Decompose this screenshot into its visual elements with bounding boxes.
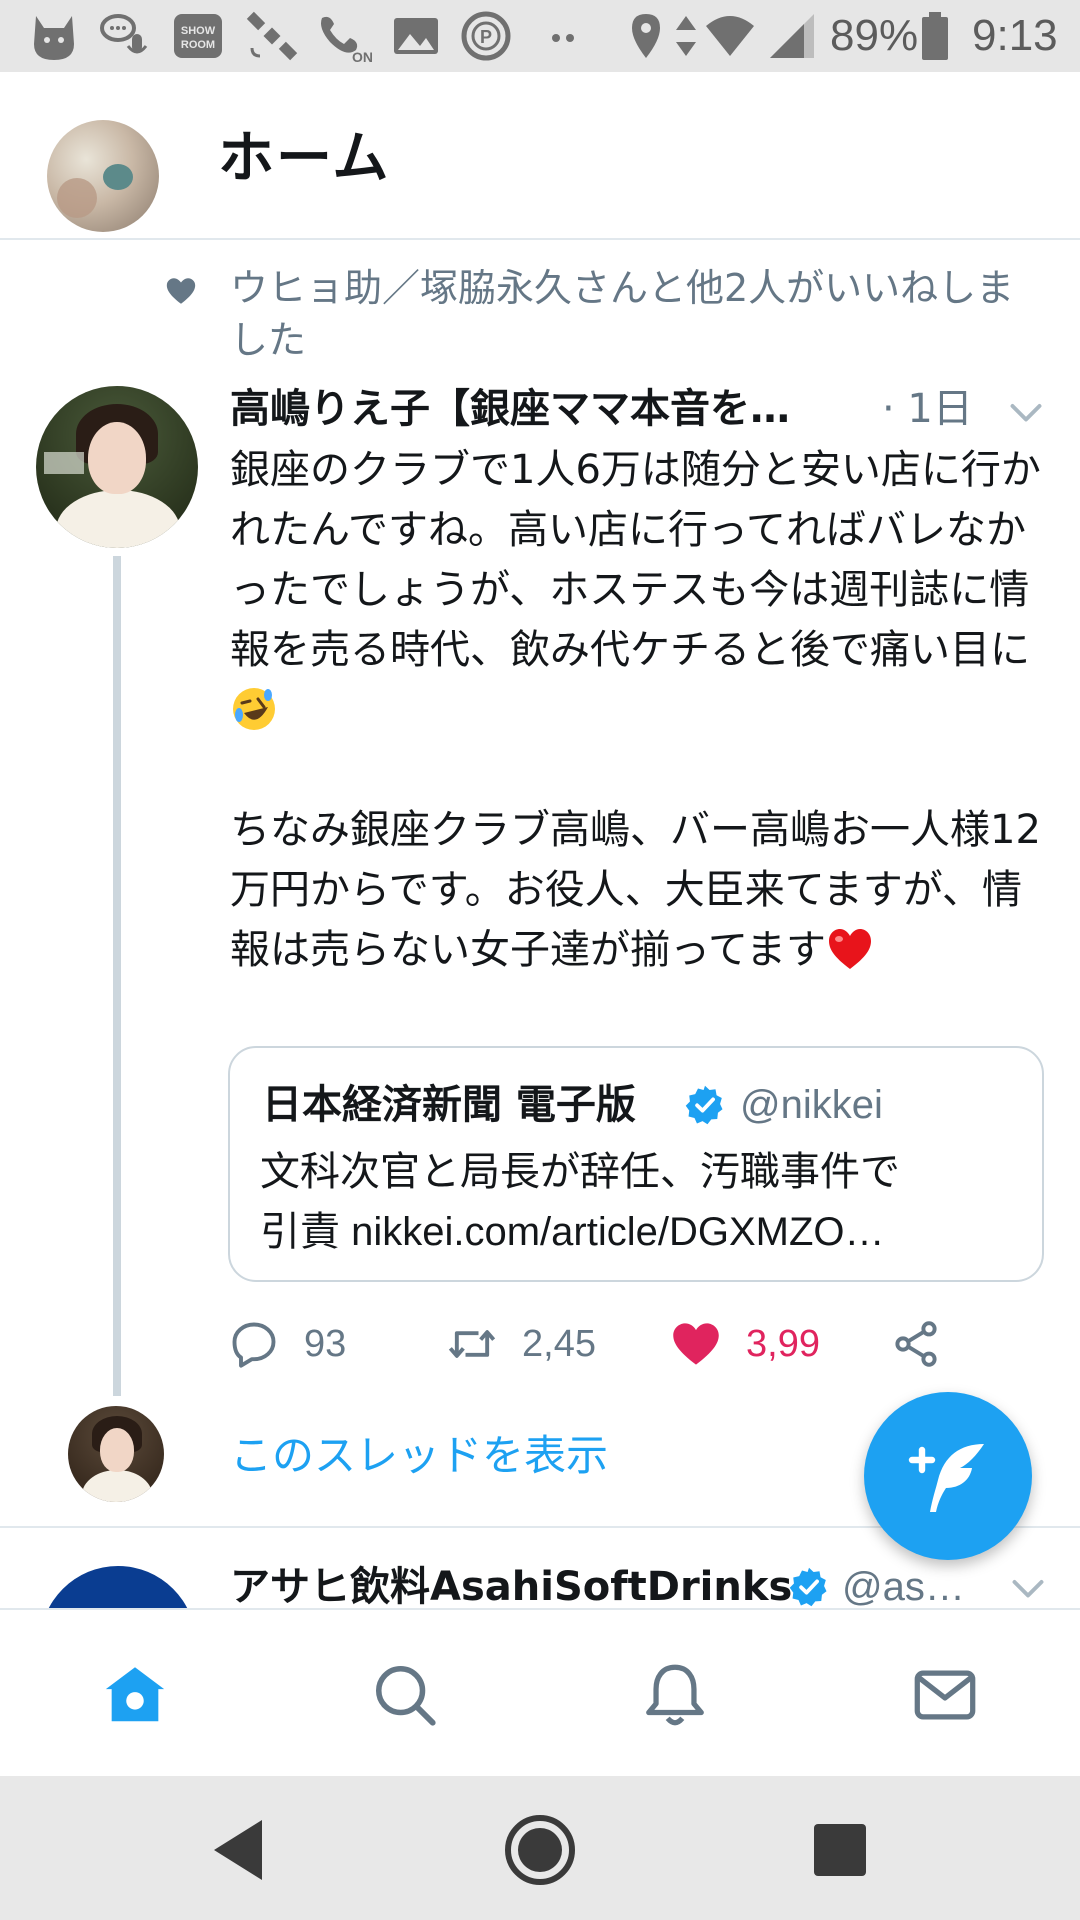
chevron-down-icon[interactable]	[1008, 394, 1044, 430]
signal-icon	[764, 8, 820, 64]
home-nav-button[interactable]	[502, 1812, 578, 1888]
tab-messages[interactable]	[910, 1660, 980, 1730]
share-icon	[895, 1321, 937, 1367]
quoted-author-name: 日本経済新聞 電子版	[262, 1082, 636, 1128]
parking-icon: P	[458, 8, 514, 64]
rolling-laughing-emoji-icon	[233, 688, 275, 730]
recents-button[interactable]	[802, 1812, 878, 1888]
retweet-count: 2,45	[522, 1323, 596, 1365]
status-bar: SHOW ROOM ON P 89% 9:13	[0, 0, 1080, 72]
tweet-actions: 93 2,45 3,99	[228, 1314, 1048, 1374]
cat-icon	[26, 8, 82, 64]
compose-tweet-button[interactable]	[864, 1392, 1032, 1560]
thread-author-avatar	[68, 1406, 164, 1502]
data-arrows-icon	[668, 8, 704, 64]
screen: SHOW ROOM ON P 89% 9:13 ホーム ウヒョ助／塚脇永久さんと…	[0, 0, 1080, 1920]
voice-message-icon	[98, 8, 154, 64]
svg-text:ROOM: ROOM	[181, 39, 215, 51]
wifi-calling-icon: ON	[316, 8, 373, 65]
notifications-icon	[646, 1664, 704, 1726]
home-circle-icon	[505, 1815, 575, 1885]
clock: 9:13	[972, 11, 1058, 60]
tweet-text-part1: 銀座のクラブで1人6万は随分と安い店に行かれたんですね。高い店に行ってればバレな…	[230, 447, 1041, 673]
tweet-author-name[interactable]: 高嶋りえ子【銀座ママ本音を…	[230, 380, 860, 438]
profile-avatar[interactable]	[47, 120, 159, 232]
app-header: ホーム	[0, 72, 1080, 240]
quoted-tweet-text: 文科次官と局長が辞任、汚職事件で 引責 nikkei.com/article/D…	[260, 1142, 1020, 1262]
more-dots-icon	[536, 8, 592, 64]
quoted-tweet-card[interactable]: 日本経済新聞 電子版 @nikkei 文科次官と局長が辞任、汚職事件で 引責 n…	[228, 1046, 1044, 1282]
verified-badge-icon	[789, 1567, 827, 1607]
svg-text:SHOW: SHOW	[181, 25, 216, 37]
tweet-author-avatar[interactable]	[36, 386, 198, 548]
reply-icon	[232, 1322, 276, 1368]
search-icon	[375, 1665, 436, 1726]
retweet-icon	[448, 1330, 496, 1358]
messages-icon	[914, 1670, 976, 1720]
social-context[interactable]: ウヒョ助／塚脇永久さんと他2人がいいねしました	[0, 262, 1080, 362]
tweet-text: 銀座のクラブで1人6万は随分と安い店に行かれたんですね。高い店に行ってればバレな…	[230, 440, 1050, 980]
svg-text:P: P	[480, 27, 492, 47]
show-thread-link[interactable]: このスレッドを表示	[230, 1428, 608, 1484]
reply-count: 93	[304, 1323, 347, 1365]
satellite-icon	[244, 8, 300, 64]
reply-button[interactable]: 93	[228, 1314, 388, 1374]
recents-square-icon	[814, 1824, 866, 1876]
quoted-text-line1: 文科次官と局長が辞任、汚職事件で	[260, 1149, 900, 1195]
back-triangle-icon	[214, 1820, 262, 1880]
showroom-icon: SHOW ROOM	[170, 8, 226, 64]
tweet-timestamp[interactable]: · 1日	[882, 380, 973, 438]
quoted-author-handle: @nikkei	[740, 1083, 883, 1127]
compose-feather-icon	[908, 1444, 984, 1512]
like-button[interactable]: 3,99	[670, 1314, 850, 1374]
next-tweet-avatar[interactable]	[40, 1566, 196, 1608]
page-title: ホーム	[218, 126, 391, 191]
liked-heart-icon	[166, 278, 196, 304]
home-icon	[105, 1667, 165, 1722]
battery-icon	[918, 8, 952, 64]
tab-search[interactable]	[370, 1660, 440, 1730]
chevron-down-icon[interactable]	[1010, 1570, 1046, 1606]
verified-badge-icon	[685, 1085, 723, 1125]
tab-home[interactable]	[100, 1660, 170, 1730]
location-icon	[618, 8, 674, 64]
tweet-text-part2: ちなみ銀座クラブ高嶋、バー高嶋お一人様12万円からです。お役人、大臣来てますが、…	[230, 807, 1041, 973]
quoted-text-line2: 引責 nikkei.com/article/DGXMZO…	[260, 1210, 885, 1254]
system-nav-bar	[0, 1776, 1080, 1920]
like-count: 3,99	[746, 1323, 820, 1365]
bottom-tab-bar	[0, 1608, 1080, 1776]
thread-line	[113, 556, 121, 1396]
tab-notifications[interactable]	[640, 1660, 710, 1730]
battery-percent: 89%	[830, 11, 919, 60]
social-context-text: ウヒョ助／塚脇永久さんと他2人がいいねしました	[230, 266, 1015, 362]
svg-text:ON: ON	[352, 49, 372, 64]
heart-icon	[673, 1323, 719, 1365]
next-tweet-handle: @as…	[842, 1565, 965, 1608]
wifi-icon	[702, 8, 758, 64]
next-tweet-author-name[interactable]: アサヒ飲料AsahiSoftDrinks	[230, 1560, 792, 1608]
image-icon	[388, 8, 444, 64]
tweet-header: 高嶋りえ子【銀座ママ本音を… · 1日	[230, 380, 1050, 444]
back-button[interactable]	[202, 1812, 278, 1888]
retweet-button[interactable]: 2,45	[446, 1314, 626, 1374]
share-button[interactable]	[890, 1314, 950, 1374]
red-heart-emoji-icon	[829, 929, 871, 969]
